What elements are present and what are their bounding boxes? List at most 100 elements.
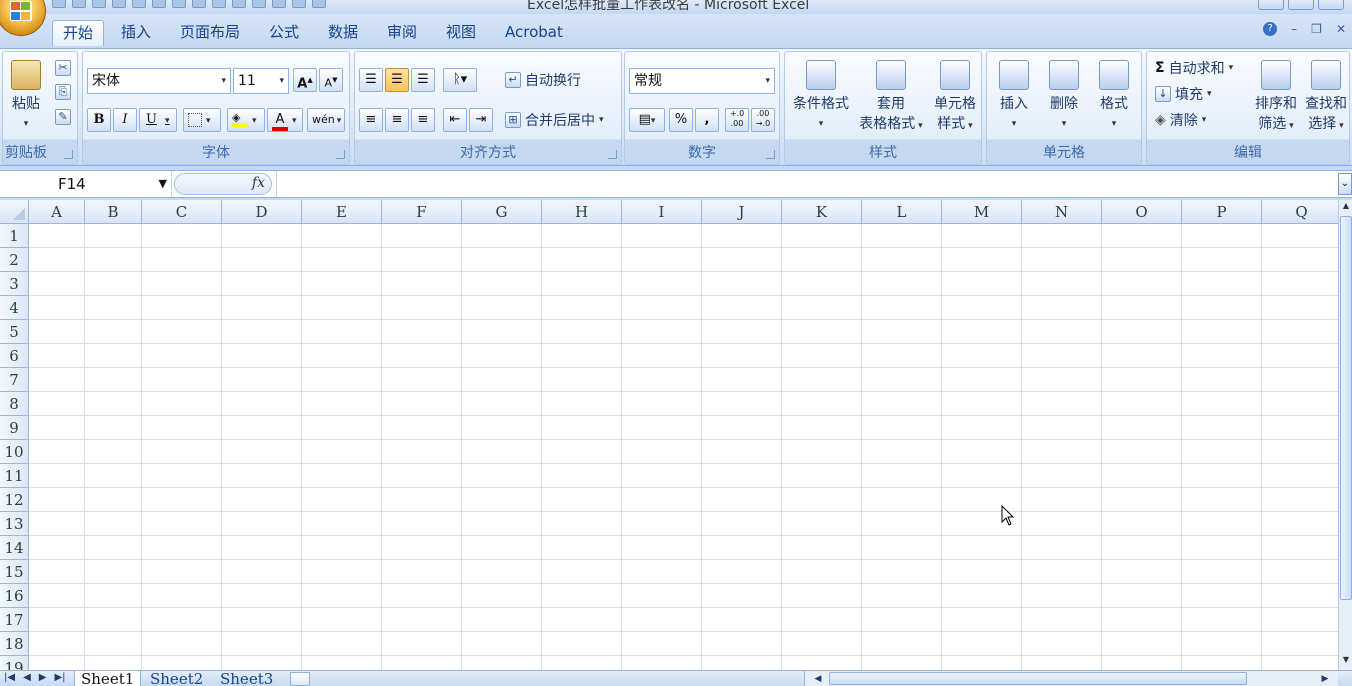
sheet-tab-sheet2[interactable]: Sheet2: [144, 671, 209, 686]
row-header-9[interactable]: 9: [0, 416, 29, 440]
scroll-right-icon[interactable]: ▶: [1318, 671, 1332, 686]
column-header-e[interactable]: E: [302, 200, 382, 224]
ribbon-restore-icon[interactable]: ❐: [1311, 22, 1322, 36]
print-icon[interactable]: [252, 0, 266, 8]
column-header-o[interactable]: O: [1102, 200, 1182, 224]
vertical-scrollbar[interactable]: ▲ ▼: [1338, 200, 1352, 670]
dialog-launcher-icon[interactable]: [64, 150, 73, 159]
row-header-1[interactable]: 1: [0, 224, 29, 248]
column-header-d[interactable]: D: [222, 200, 302, 224]
insert-cells-button[interactable]: 插入 ▾: [991, 60, 1037, 134]
sheet-tab-sheet1[interactable]: Sheet1: [74, 671, 142, 686]
column-header-i[interactable]: I: [622, 200, 702, 224]
conditional-formatting-button[interactable]: 条件格式 ▾: [789, 60, 853, 134]
tab-data[interactable]: 数据: [318, 20, 368, 46]
row-header-2[interactable]: 2: [0, 248, 29, 272]
percent-button[interactable]: %: [669, 108, 693, 132]
row-header-13[interactable]: 13: [0, 512, 29, 536]
font-name-select[interactable]: 宋体 ▾: [87, 68, 231, 94]
column-header-b[interactable]: B: [85, 200, 142, 224]
align-bottom-button[interactable]: ☰: [411, 68, 435, 92]
row-header-15[interactable]: 15: [0, 560, 29, 584]
align-middle-button[interactable]: ☰: [385, 68, 409, 92]
row-header-19[interactable]: 19: [0, 656, 29, 670]
row-header-14[interactable]: 14: [0, 536, 29, 560]
row-header-3[interactable]: 3: [0, 272, 29, 296]
increase-indent-button[interactable]: ⇥: [469, 108, 493, 132]
row-header-11[interactable]: 11: [0, 464, 29, 488]
shrink-font-button[interactable]: A▼: [319, 68, 343, 92]
column-header-c[interactable]: C: [142, 200, 222, 224]
edit-icon[interactable]: [272, 0, 286, 8]
fill-button[interactable]: ↓ 填充 ▾: [1155, 84, 1212, 104]
decrease-indent-button[interactable]: ⇤: [443, 108, 467, 132]
camera-icon[interactable]: [312, 0, 326, 8]
increase-decimal-button[interactable]: +.0 .00: [725, 108, 749, 132]
autosum-button[interactable]: Σ 自动求和 ▾: [1155, 58, 1233, 78]
minimize-button[interactable]: [1258, 0, 1284, 10]
print-preview-icon[interactable]: [112, 0, 126, 8]
decrease-decimal-button[interactable]: .00 →.0: [751, 108, 775, 132]
scroll-left-icon[interactable]: ◀: [811, 671, 825, 686]
tab-view[interactable]: 视图: [436, 20, 486, 46]
ribbon-close-icon[interactable]: ✕: [1336, 22, 1346, 36]
help-icon[interactable]: ?: [1263, 22, 1278, 36]
row-header-12[interactable]: 12: [0, 488, 29, 512]
format-painter-icon[interactable]: ✎: [55, 109, 71, 125]
accounting-format-button[interactable]: ▤▾: [629, 108, 665, 132]
paste-button[interactable]: 粘贴 ▾: [7, 60, 45, 134]
dialog-launcher-icon[interactable]: [766, 150, 775, 159]
cell-styles-button[interactable]: 单元格 样式 ▾: [929, 60, 981, 136]
fill-color-button[interactable]: ◈ ▾: [227, 108, 265, 132]
tab-insert[interactable]: 插入: [111, 20, 161, 46]
italic-button[interactable]: I: [113, 108, 137, 132]
dialog-launcher-icon[interactable]: [608, 150, 617, 159]
open-icon[interactable]: [232, 0, 246, 8]
find-select-button[interactable]: 查找和 选择 ▾: [1301, 60, 1351, 136]
worksheet-grid[interactable]: A B C D E F G H I J K L M N O P Q 1 2 3 4 5 6 7 8 9 10 11 12 13 14 15 16…: [0, 200, 1338, 670]
font-size-select[interactable]: 11 ▾: [233, 68, 289, 94]
row-header-5[interactable]: 5: [0, 320, 29, 344]
insert-sheet-icon[interactable]: [290, 672, 310, 686]
prev-sheet-icon[interactable]: ◀: [23, 671, 31, 685]
row-header-7[interactable]: 7: [0, 368, 29, 392]
new-icon[interactable]: [132, 0, 146, 8]
folder-icon[interactable]: [292, 0, 306, 8]
format-as-table-button[interactable]: 套用 表格格式 ▾: [853, 60, 929, 136]
align-top-button[interactable]: ☰: [359, 68, 383, 92]
last-sheet-icon[interactable]: ▶|: [54, 671, 65, 685]
expand-formula-bar-icon[interactable]: ⌄: [1338, 173, 1352, 195]
tools-icon[interactable]: [212, 0, 226, 8]
table-icon[interactable]: [152, 0, 166, 8]
first-sheet-icon[interactable]: |◀: [4, 671, 15, 685]
sort-filter-button[interactable]: 排序和 筛选 ▾: [1251, 60, 1301, 136]
tab-page-layout[interactable]: 页面布局: [170, 20, 250, 46]
bold-button[interactable]: B: [87, 108, 111, 132]
horizontal-scrollbar[interactable]: ◀ ▶: [804, 671, 1338, 686]
select-all-button[interactable]: [0, 200, 29, 224]
row-header-6[interactable]: 6: [0, 344, 29, 368]
redo-icon[interactable]: [92, 0, 106, 8]
horizontal-scroll-thumb[interactable]: [829, 672, 1247, 685]
row-header-17[interactable]: 17: [0, 608, 29, 632]
column-header-h[interactable]: H: [542, 200, 622, 224]
vertical-scroll-thumb[interactable]: [1340, 216, 1352, 600]
wrap-text-button[interactable]: ↵ 自动换行: [505, 70, 581, 90]
scroll-down-icon[interactable]: ▼: [1340, 655, 1352, 669]
grow-font-button[interactable]: A▲: [293, 68, 317, 92]
row-header-10[interactable]: 10: [0, 440, 29, 464]
column-header-q[interactable]: Q: [1262, 200, 1338, 224]
column-header-m[interactable]: M: [942, 200, 1022, 224]
next-sheet-icon[interactable]: ▶: [39, 671, 47, 685]
column-header-a[interactable]: A: [29, 200, 85, 224]
font-color-button[interactable]: A ▾: [267, 108, 303, 132]
number-format-select[interactable]: 常规 ▾: [629, 68, 775, 94]
column-header-k[interactable]: K: [782, 200, 862, 224]
column-header-l[interactable]: L: [862, 200, 942, 224]
dialog-launcher-icon[interactable]: [336, 150, 345, 159]
column-header-f[interactable]: F: [382, 200, 462, 224]
cut-icon[interactable]: ✂: [55, 60, 71, 76]
row-header-16[interactable]: 16: [0, 584, 29, 608]
underline-button[interactable]: U ▾: [139, 108, 177, 132]
sheet-tab-sheet3[interactable]: Sheet3: [214, 671, 279, 686]
